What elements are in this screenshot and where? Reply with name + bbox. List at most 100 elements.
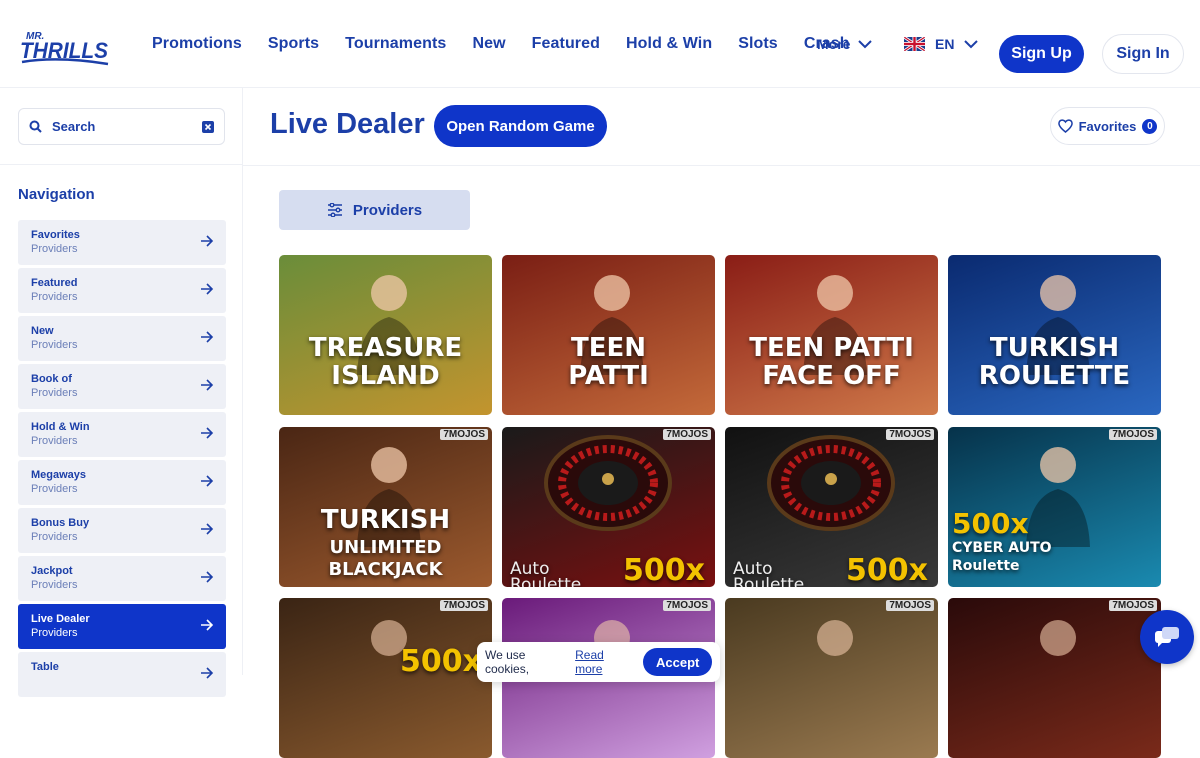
language-label: EN xyxy=(935,36,955,52)
sidebar-item-subtitle: Providers xyxy=(31,291,78,303)
sidebar-item-title: Megaways xyxy=(31,469,87,481)
more-label: More xyxy=(817,36,851,52)
cookie-text: We use cookies, xyxy=(485,648,530,676)
navigation-title: Navigation xyxy=(18,186,95,203)
sidebar-item-subtitle: Providers xyxy=(31,243,78,255)
nav-tournaments[interactable]: Tournaments xyxy=(345,35,446,53)
sidebar-item-bonus-buy[interactable]: Bonus Buy Providers xyxy=(18,508,226,553)
more-menu[interactable]: More xyxy=(817,36,873,52)
uk-flag-icon xyxy=(904,37,925,51)
game-tile[interactable]: TURKISH ROULETTE xyxy=(948,255,1161,415)
sidebar-item-jackpot[interactable]: Jackpot Providers xyxy=(18,556,226,601)
nav-slots[interactable]: Slots xyxy=(738,35,778,53)
sidebar-item-featured[interactable]: Featured Providers xyxy=(18,268,226,313)
site-header: MR. THRILLS Promotions Sports Tournament… xyxy=(0,0,1200,88)
provider-tag: 7MOJOS xyxy=(440,429,488,440)
game-tile[interactable]: 7MOJOS 500x xyxy=(279,598,492,758)
game-subtitle: CYBER AUTO Roulette xyxy=(952,540,1052,574)
game-tile[interactable]: 7MOJOS Auto Roulette 500x xyxy=(725,427,938,587)
nav-sports[interactable]: Sports xyxy=(268,35,319,53)
sidebar-item-subtitle: Providers xyxy=(31,627,78,639)
sidebar-item-title: Table xyxy=(31,661,59,673)
roulette-wheel-icon xyxy=(767,435,895,531)
main-nav: Promotions Sports Tournaments New Featur… xyxy=(152,0,850,88)
game-tile[interactable]: TREASURE ISLAND xyxy=(279,255,492,415)
arrow-right-icon xyxy=(201,475,214,487)
provider-tag: 7MOJOS xyxy=(1109,429,1157,440)
sidebar-item-title: Bonus Buy xyxy=(31,517,90,529)
sidebar-item-megaways[interactable]: Megaways Providers xyxy=(18,460,226,505)
chat-button[interactable] xyxy=(1140,610,1194,664)
game-subtitle: FACE OFF xyxy=(762,361,901,391)
game-title: TEEN PATTI xyxy=(749,333,914,363)
clear-icon[interactable] xyxy=(202,120,214,133)
sidebar-list: Favorites Providers Featured Providers New Pr… xyxy=(18,220,226,700)
game-art-icon xyxy=(1040,620,1076,656)
sidebar-item-title: New xyxy=(31,325,54,337)
game-subtitle: ROULETTE xyxy=(978,361,1131,391)
sidebar-item-title: Favorites xyxy=(31,229,80,241)
sidebar-item-subtitle: Providers xyxy=(31,435,78,447)
game-title: TURKISH xyxy=(320,505,451,535)
arrow-right-icon xyxy=(201,235,214,247)
chat-icon xyxy=(1155,627,1179,647)
language-selector[interactable]: EN xyxy=(904,36,979,52)
sign-up-button[interactable]: Sign Up xyxy=(999,35,1084,73)
multiplier-badge: 500x xyxy=(846,553,928,587)
sidebar-item-hold-win[interactable]: Hold & Win Providers xyxy=(18,412,226,457)
favorites-count-badge: 0 xyxy=(1142,118,1158,134)
cookie-accept-button[interactable]: Accept xyxy=(643,648,712,676)
logo[interactable]: MR. THRILLS xyxy=(18,28,110,66)
multiplier-badge: 500x xyxy=(623,553,705,587)
sidebar-item-title: Live Dealer xyxy=(31,613,90,625)
sidebar-item-subtitle: Providers xyxy=(31,339,78,351)
game-tile[interactable]: TEEN PATTI FACE OFF xyxy=(725,255,938,415)
provider-tag: 7MOJOS xyxy=(663,600,711,611)
divider xyxy=(0,164,243,165)
providers-filter-button[interactable]: Providers xyxy=(279,190,470,230)
sidebar-item-title: Book of xyxy=(31,373,72,385)
provider-tag: 7MOJOS xyxy=(1109,600,1157,611)
game-title: TURKISH xyxy=(989,333,1120,363)
sidebar-item-favorites[interactable]: Favorites Providers xyxy=(18,220,226,265)
arrow-right-icon xyxy=(201,523,214,535)
game-tile[interactable]: 7MOJOS Auto Roulette 500x xyxy=(502,427,715,587)
multiplier-badge: 500x xyxy=(400,644,482,679)
favorites-label: Favorites xyxy=(1078,118,1137,134)
sidebar-item-subtitle: Providers xyxy=(31,579,78,591)
search-icon xyxy=(29,120,42,133)
game-tile[interactable]: 7MOJOS xyxy=(948,598,1161,758)
search-input[interactable]: Search xyxy=(18,108,225,145)
cookie-banner: We use cookies, Read more Accept xyxy=(477,642,720,682)
sidebar-item-live-dealer[interactable]: Live Dealer Providers xyxy=(18,604,226,649)
sidebar-item-subtitle: Providers xyxy=(31,483,78,495)
provider-tag: 7MOJOS xyxy=(886,429,934,440)
sign-in-button[interactable]: Sign In xyxy=(1102,34,1184,74)
game-art-icon xyxy=(817,620,853,656)
arrow-right-icon xyxy=(201,331,214,343)
favorites-button[interactable]: Favorites 0 xyxy=(1050,107,1165,145)
arrow-right-icon xyxy=(201,571,214,583)
open-random-game-button[interactable]: Open Random Game xyxy=(434,105,607,147)
nav-hold-and-win[interactable]: Hold & Win xyxy=(626,35,712,53)
cookie-read-more-link[interactable]: Read more xyxy=(575,648,633,676)
nav-promotions[interactable]: Promotions xyxy=(152,35,242,53)
game-subtitle: ISLAND xyxy=(331,361,440,391)
chevron-down-icon xyxy=(858,40,873,49)
sidebar-item-subtitle: Providers xyxy=(31,531,78,543)
search-label: Search xyxy=(52,119,96,134)
nav-featured[interactable]: Featured xyxy=(532,35,600,53)
game-subtitle: PATTI xyxy=(568,361,649,391)
nav-new[interactable]: New xyxy=(472,35,505,53)
game-tile[interactable]: 7MOJOS xyxy=(725,598,938,758)
game-tile[interactable]: 7MOJOS TURKISH UNLIMITED BLACKJACK xyxy=(279,427,492,587)
sidebar-item-new[interactable]: New Providers xyxy=(18,316,226,361)
game-tile[interactable]: TEEN PATTI xyxy=(502,255,715,415)
sidebar: Search Navigation Favorites Providers Feat… xyxy=(0,88,243,697)
arrow-right-icon xyxy=(201,427,214,439)
sidebar-item-book-of[interactable]: Book of Providers xyxy=(18,364,226,409)
heart-icon xyxy=(1057,119,1073,133)
arrow-right-icon xyxy=(201,283,214,295)
roulette-wheel-icon xyxy=(544,435,672,531)
game-tile[interactable]: 7MOJOS 500x CYBER AUTO Roulette xyxy=(948,427,1161,587)
